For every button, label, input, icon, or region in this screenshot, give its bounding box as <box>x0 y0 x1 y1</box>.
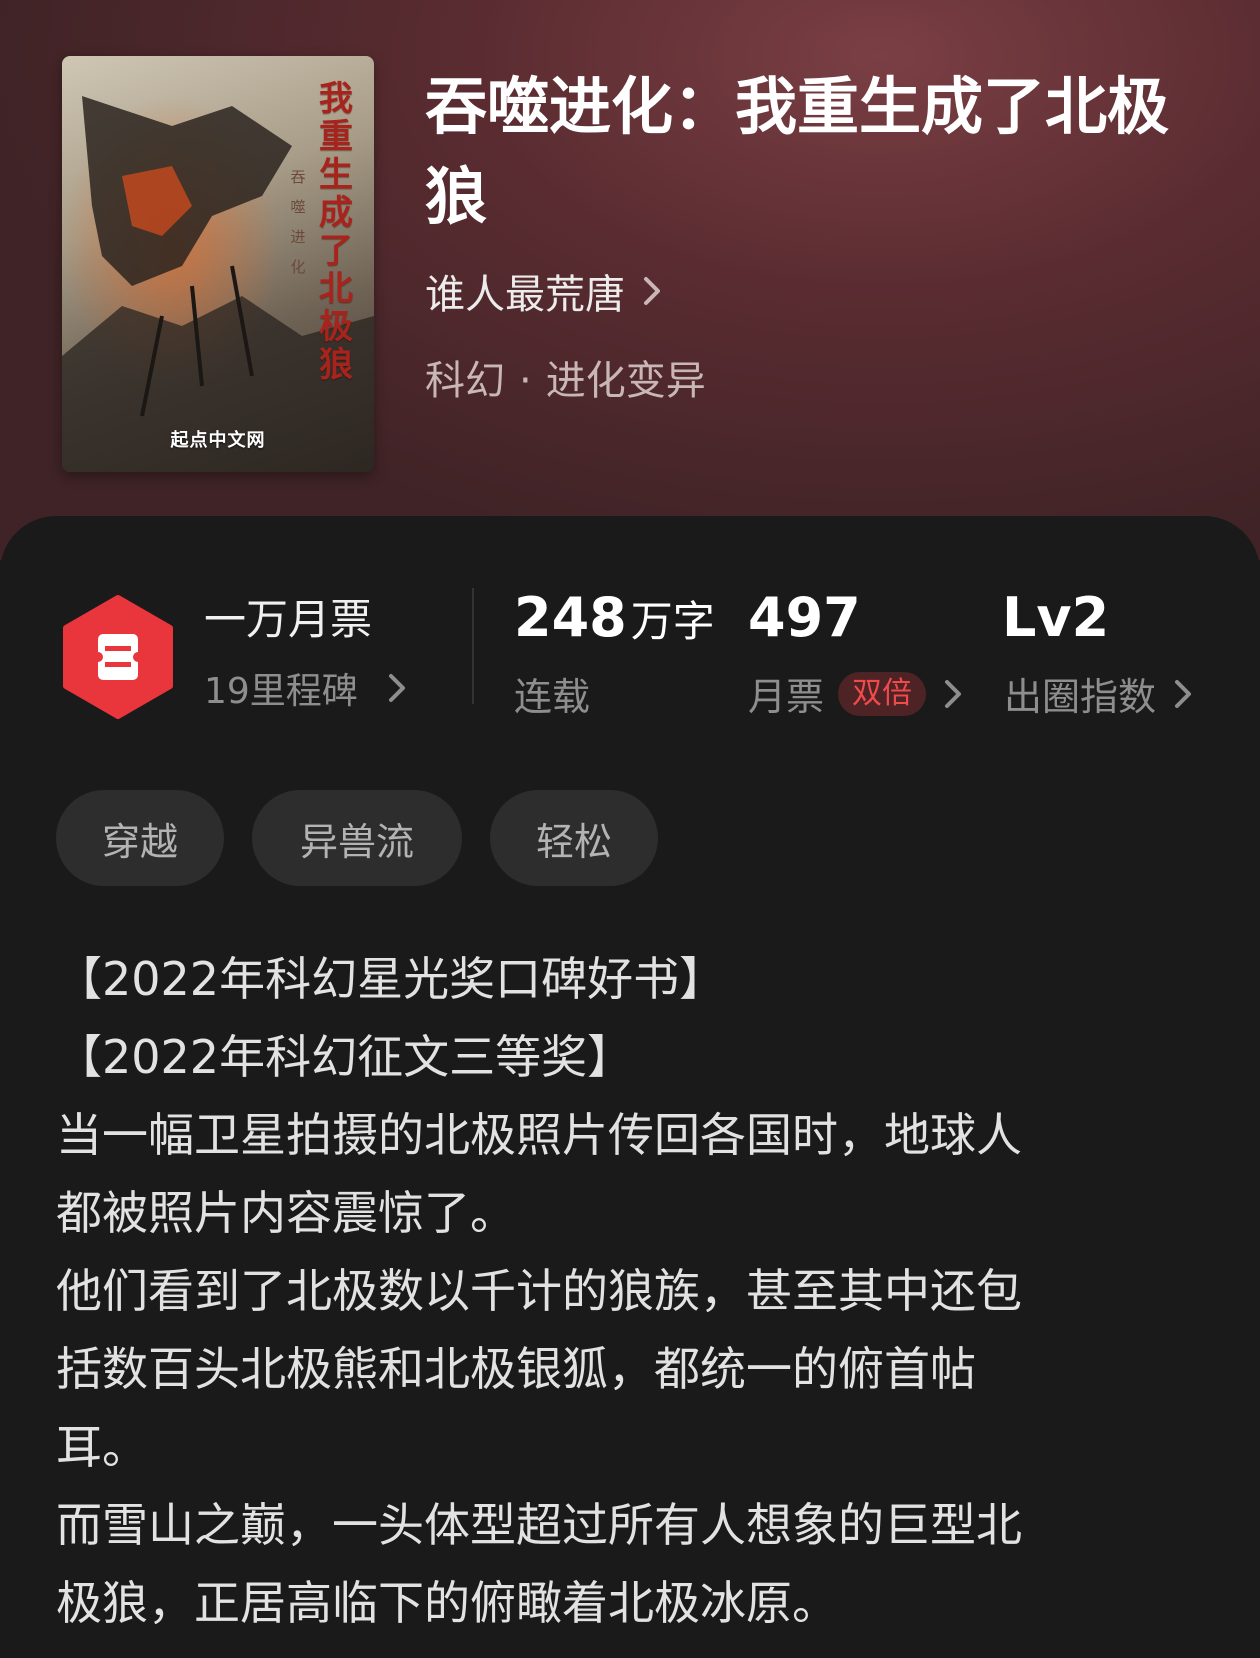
cover-subtitle: 吞噬进化 <box>290 168 306 276</box>
book-description: 【2022年科幻星光奖口碑好书】 【2022年科幻征文三等奖】 当一幅卫星拍摄的… <box>56 940 1176 1642</box>
description-line: 当一幅卫星拍摄的北极照片传回各国时，地球人 <box>56 1108 1022 1162</box>
chevron-right-icon <box>388 674 405 702</box>
book-title: 吞噬进化：我重生成了北极狼 <box>425 70 1170 233</box>
honor-milestone-link[interactable]: 19里程碑 <box>204 662 406 714</box>
book-cover[interactable]: 我重生成了北极狼 吞噬进化 起点中文网 <box>62 56 374 472</box>
cover-publisher-logo: 起点中文网 <box>170 430 266 451</box>
genre-line: 科幻 · 进化变异 <box>425 348 706 406</box>
monthly-votes-value: 497 <box>748 586 861 649</box>
author-name: 谁人最荒唐 <box>425 272 625 318</box>
tag-chip[interactable]: 异兽流 <box>252 790 462 886</box>
stats-divider <box>472 588 474 704</box>
chevron-right-icon <box>945 679 962 708</box>
level-label: 出圈指数 <box>1004 675 1157 719</box>
description-line: 他们看到了北极数以千计的狼族，甚至其中还包 <box>56 1264 1022 1318</box>
tag-chip[interactable]: 穿越 <box>56 790 224 886</box>
genre[interactable]: 科幻 <box>425 358 505 404</box>
level-index-link[interactable]: 出圈指数 <box>1004 666 1192 721</box>
description-line: 【2022年科幻星光奖口碑好书】 <box>56 952 726 1006</box>
monthly-ticket-badge-icon <box>63 595 173 719</box>
monthly-votes-label: 月票 <box>748 675 825 719</box>
subgenre[interactable]: 进化变异 <box>546 358 706 404</box>
tag-list: 穿越 异兽流 轻松 <box>56 790 686 886</box>
word-count-value: 248 <box>514 586 627 649</box>
word-count-stat: 248万字 <box>514 586 715 654</box>
double-votes-badge: 双倍 <box>838 671 927 716</box>
tag-chip[interactable]: 轻松 <box>490 790 658 886</box>
author-link[interactable]: 谁人最荒唐 <box>425 262 661 320</box>
status-label: 连载 <box>514 675 591 719</box>
chevron-right-icon <box>644 277 660 305</box>
honor-title: 一万月票 <box>204 595 373 644</box>
monthly-votes-link[interactable]: 月票 双倍 <box>748 666 962 721</box>
description-line: 极狼，正居高临下的俯瞰着北极冰原。 <box>56 1576 838 1630</box>
word-count-unit: 万字 <box>630 597 715 646</box>
description-line: 括数百头北极熊和北极银狐，都统一的俯首帖 <box>56 1342 976 1396</box>
genre-separator: · <box>519 358 532 404</box>
description-line: 都被照片内容震惊了。 <box>56 1186 516 1240</box>
description-line: 而雪山之巅，一头体型超过所有人想象的巨型北 <box>56 1498 1022 1552</box>
cover-title: 我重生成了北极狼 <box>319 79 353 385</box>
level-value: Lv2 <box>1002 586 1110 649</box>
chevron-right-icon <box>1175 679 1192 708</box>
book-header: 我重生成了北极狼 吞噬进化 起点中文网 吞噬进化：我重生成了北极狼 谁人最荒唐 … <box>0 0 1260 560</box>
description-line: 【2022年科幻征文三等奖】 <box>56 1030 634 1084</box>
serial-status: 连载 <box>514 666 590 721</box>
description-line: 耳。 <box>56 1420 148 1474</box>
honor-subtitle: 19里程碑 <box>204 671 358 712</box>
